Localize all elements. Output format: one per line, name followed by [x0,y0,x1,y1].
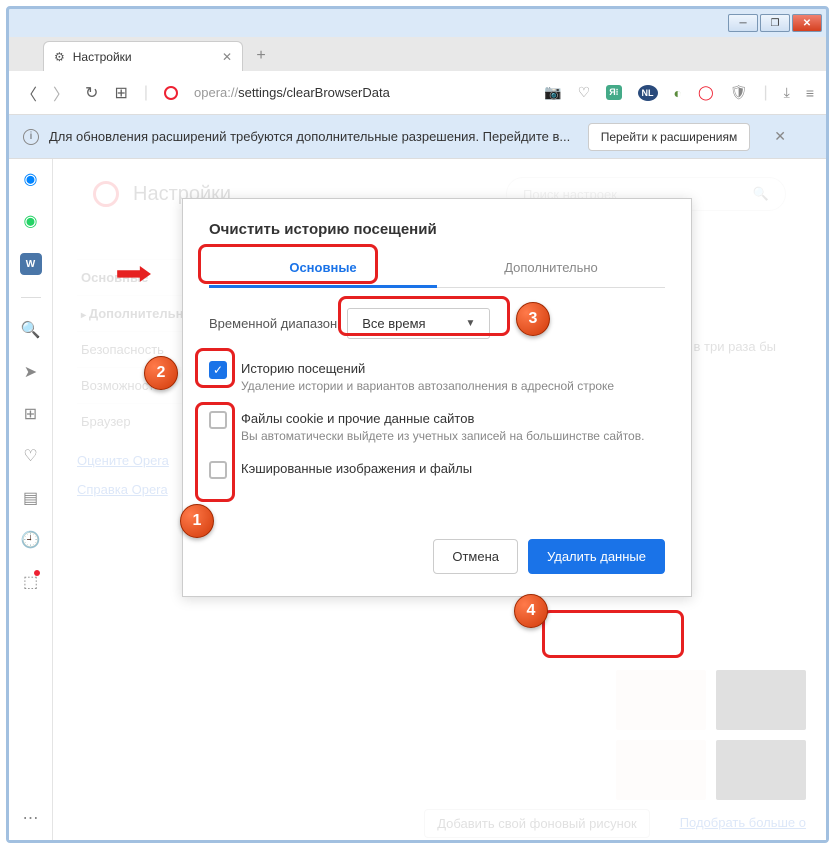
cancel-button[interactable]: Отмена [433,539,518,574]
speed-dial-icon[interactable]: ⊞ [114,83,127,103]
notification-bar: i Для обновления расширений требуются до… [9,115,826,159]
callout-4: 4 [514,594,548,628]
checkbox-cookies[interactable] [209,411,227,429]
heart-icon[interactable]: ♡ [578,84,591,101]
dialog-title: Очистить историю посещений [209,221,665,238]
messenger-icon[interactable]: ◉ [24,169,38,189]
opera-icon [164,86,178,100]
browser-tab[interactable]: ⚙ Настройки ✕ [43,41,243,71]
goto-extensions-button[interactable]: Перейти к расширениям [588,123,751,151]
time-range-dropdown[interactable]: Все время ▼ [347,308,490,339]
history-rail-icon[interactable]: 🕘 [21,530,41,550]
shield-icon[interactable]: 🛡 [730,84,748,101]
search-rail-icon[interactable]: 🔍 [21,320,41,340]
opt-cookies-title: Файлы cookie и прочие данные сайтов [241,411,644,426]
close-tab-icon[interactable]: ✕ [222,50,232,64]
tab-advanced[interactable]: Дополнительно [437,250,665,287]
forward-button: 〉 [53,81,69,105]
opera-ext-icon[interactable]: ◯ [698,84,714,101]
chevron-down-icon: ▼ [466,318,476,329]
sidebar-rail: ◉ ◉ W 🔍 ➤ ⊞ ♡ ▤ 🕘 ⬚ ⋯ [9,159,53,840]
reload-button[interactable]: ↻ [85,83,98,103]
annotation-arrow: ➡ [115,254,153,292]
easy-setup-icon[interactable]: ≡ [806,85,814,101]
nl-extension-icon[interactable]: NL [638,85,658,101]
opt-cookies-desc: Вы автоматически выйдете из учетных запи… [241,429,644,443]
tab-basic[interactable]: Основные [209,250,437,288]
notification-text: Для обновления расширений требуются допо… [49,129,570,144]
tab-strip: ⚙ Настройки ✕ + [9,37,826,71]
heart-rail-icon[interactable]: ♡ [23,446,37,466]
callout-1: 1 [180,504,214,538]
whatsapp-icon[interactable]: ◉ [24,211,38,231]
opt-history-title: Историю посещений [241,361,614,376]
vk-icon[interactable]: W [20,253,42,275]
news-icon[interactable]: ▤ [23,488,38,508]
window-titlebar: ─ ❐ ✕ [9,9,826,37]
info-icon: i [23,129,39,145]
opt-cache-title: Кэшированные изображения и файлы [241,461,472,476]
new-tab-button[interactable]: + [249,44,273,68]
camera-icon[interactable]: 📷 [544,84,561,101]
clear-data-dialog: Очистить историю посещений Основные Допо… [182,198,692,597]
window-maximize[interactable]: ❐ [760,14,790,32]
address-bar: 〈 〉 ↻ ⊞ | opera://settings/clearBrowserD… [9,71,826,115]
checkbox-history[interactable]: ✓ [209,361,227,379]
callout-3: 3 [516,302,550,336]
url-field[interactable]: opera://settings/clearBrowserData [194,85,528,100]
more-rail-icon[interactable]: ⋯ [23,808,39,828]
download-icon[interactable]: ⤓ [784,84,790,101]
callout-2: 2 [144,356,178,390]
delete-data-button[interactable]: Удалить данные [528,539,665,574]
window-minimize[interactable]: ─ [728,14,758,32]
speed-dial-rail-icon[interactable]: ⊞ [24,404,37,424]
back-button[interactable]: 〈 [21,81,37,105]
send-icon[interactable]: ➤ [24,362,37,382]
opt-history-desc: Удаление истории и вариантов автозаполне… [241,379,614,393]
profile-icon[interactable]: ◐ [674,85,682,101]
extensions-rail-icon[interactable]: ⬚ [23,572,38,592]
gear-icon: ⚙ [54,50,65,64]
range-label: Временной диапазон [209,316,337,331]
tab-title: Настройки [73,50,132,64]
window-close[interactable]: ✕ [792,14,822,32]
checkbox-cache[interactable] [209,461,227,479]
dismiss-notification[interactable]: ✕ [774,128,786,145]
translate-icon[interactable]: Я⁝ [606,85,621,100]
